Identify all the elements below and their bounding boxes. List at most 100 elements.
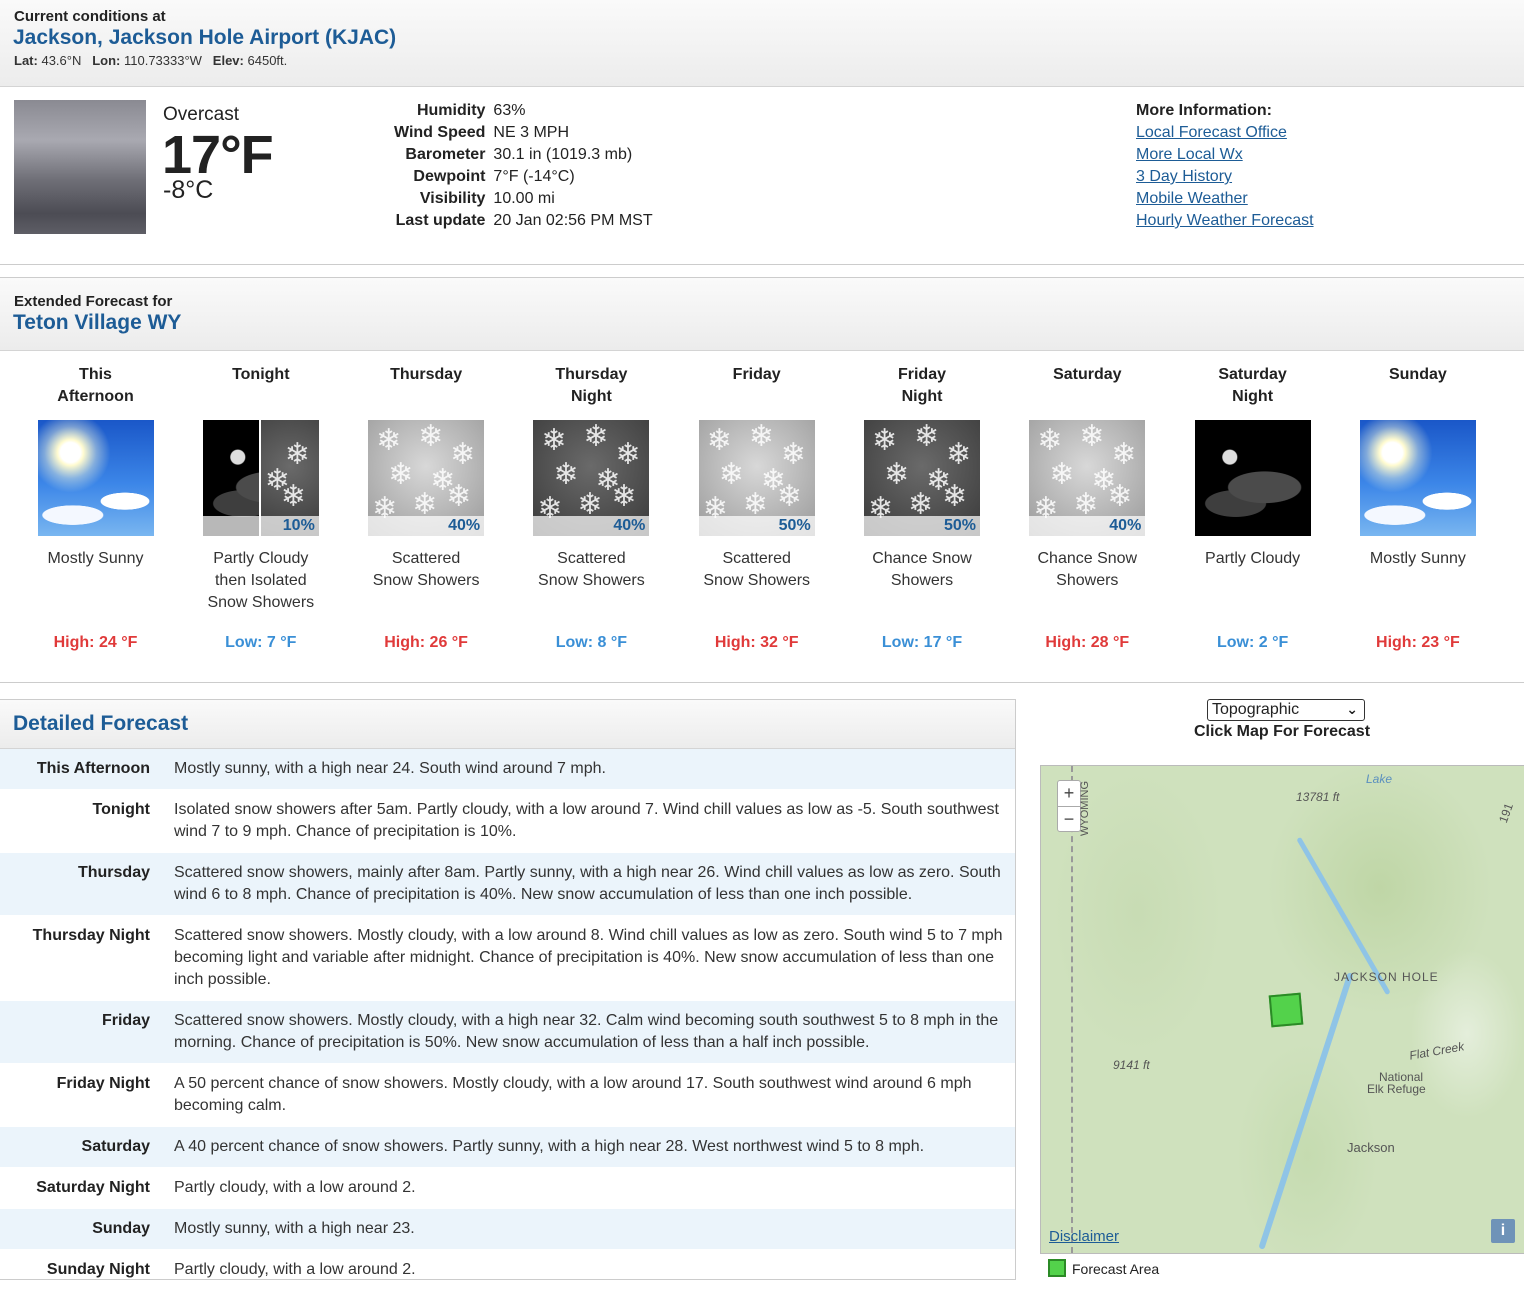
short-desc-line: Snow Showers <box>372 572 480 589</box>
detailed-period-text: Scattered snow showers. Mostly cloudy, w… <box>174 927 1003 988</box>
detailed-period-label: Friday <box>101 1012 150 1029</box>
detail-value: 10.00 mi <box>493 190 555 207</box>
map-label-peak-13781: 13781 ft <box>1296 790 1340 804</box>
map-type-value: Topographic <box>1212 701 1300 718</box>
night-partly-cloudy-snow-icon: ❄ ❄ ❄ 10% <box>202 420 319 536</box>
detail-label: Dewpoint <box>413 168 486 185</box>
detail-value: 20 Jan 02:56 PM MST <box>493 212 653 229</box>
period-name: Tonight <box>178 364 343 386</box>
snow-showers-icon: ❄ ❄ ❄ ❄ ❄ ❄ ❄ ❄ 40% <box>1029 420 1146 536</box>
detail-row: Humidity 63% <box>390 100 657 122</box>
state-border <box>1071 766 1075 1253</box>
chevron-down-icon: ⌄ <box>1346 701 1358 717</box>
extended-forecast-place: Teton Village WY <box>13 311 182 334</box>
night-snow-showers-icon: ❄ ❄ ❄ ❄ ❄ ❄ ❄ ❄ 50% <box>864 420 980 536</box>
short-desc: Scattered Snow Showers <box>674 548 839 592</box>
short-desc: Chance Snow Showers <box>840 548 1005 592</box>
detailed-forecast-row: Tonight Isolated snow showers after 5am.… <box>0 790 1015 853</box>
precip-chance: 50% <box>864 516 980 536</box>
link-hourly-weather-forecast[interactable]: Hourly Weather Forecast <box>1136 212 1314 234</box>
short-desc: Mostly Sunny <box>13 548 178 570</box>
short-desc: Scattered Snow Showers <box>344 548 509 592</box>
link-more-local-wx[interactable]: More Local Wx <box>1136 146 1314 168</box>
period-name-line: Night <box>901 388 943 405</box>
period-temp: High: 28 °F <box>1045 634 1130 651</box>
lon-label: Lon: <box>92 53 121 68</box>
period-temp: High: 24 °F <box>53 634 138 651</box>
link-3-day-history[interactable]: 3 Day History <box>1136 168 1314 190</box>
station-location: Lat: 43.6°N Lon: 110.73333°W Elev: 6450f… <box>14 53 287 68</box>
detailed-period-label: Saturday <box>81 1138 150 1155</box>
info-icon[interactable]: i <box>1491 1219 1515 1243</box>
forecast-map[interactable]: + − WYOMING Lake 13781 ft 191 JACKSON HO… <box>1040 765 1524 1254</box>
overcast-sky-image <box>14 100 146 234</box>
map-label-jackson: Jackson <box>1347 1140 1395 1155</box>
period-name-line: Sunday <box>1388 366 1447 383</box>
short-desc: Mostly Sunny <box>1335 548 1500 570</box>
period-temp: Low: 17 °F <box>881 634 963 651</box>
elev-value: 6450ft. <box>247 53 288 68</box>
detailed-forecast-header: Detailed Forecast <box>0 700 1015 749</box>
short-desc-line: Chance Snow <box>872 550 972 567</box>
detail-row: Visibility 10.00 mi <box>390 188 657 210</box>
short-desc-line: Chance Snow <box>1037 550 1138 567</box>
link-local-forecast-office[interactable]: Local Forecast Office <box>1136 124 1314 146</box>
detailed-period-text: Scattered snow showers, mainly after 8am… <box>174 864 1001 903</box>
short-desc-line: Snow Showers <box>207 594 315 611</box>
precip-chance: 10% <box>202 516 319 536</box>
period-name-line: Friday <box>732 366 781 383</box>
more-information-title: More Information: <box>1136 102 1272 119</box>
short-desc-line: Showers <box>1056 572 1119 589</box>
zoom-control: + − <box>1057 780 1081 832</box>
map-disclaimer-link[interactable]: Disclaimer <box>1049 1228 1119 1245</box>
link-mobile-weather[interactable]: Mobile Weather <box>1136 190 1314 212</box>
detailed-period-text: Isolated snow showers after 5am. Partly … <box>174 801 999 840</box>
detailed-period-label: Sunday <box>92 1220 150 1237</box>
period-name-line: This <box>79 366 112 383</box>
period-name: Saturday <box>1005 364 1170 386</box>
more-information: More Information: Local Forecast Office … <box>1136 102 1314 234</box>
period-temp: High: 32 °F <box>714 634 799 651</box>
period-name-line: Tonight <box>232 366 290 383</box>
detail-value: 30.1 in (1019.3 mb) <box>493 146 633 163</box>
station-name: Jackson, Jackson Hole Airport (KJAC) <box>13 26 397 49</box>
period-name: Friday <box>674 364 839 386</box>
period-temp: Low: 7 °F <box>225 634 297 651</box>
detail-label: Last update <box>395 212 486 229</box>
lon-value: 110.73333°W <box>123 53 202 68</box>
night-snow-showers-icon: ❄ ❄ ❄ ❄ ❄ ❄ ❄ ❄ 40% <box>533 420 650 536</box>
period-name-line: Friday <box>897 366 946 383</box>
forecast-area-marker[interactable] <box>1268 992 1304 1028</box>
click-map-label: Click Map For Forecast <box>1193 723 1371 740</box>
current-conditions-header: Current conditions at Jackson, Jackson H… <box>0 0 1524 87</box>
detailed-forecast-title: Detailed Forecast <box>13 712 189 735</box>
detailed-forecast-row: Saturday A 40 percent chance of snow sho… <box>0 1127 1015 1168</box>
precip-chance: 40% <box>1029 516 1146 536</box>
detailed-period-label: Friday Night <box>56 1075 150 1092</box>
detail-label: Humidity <box>416 102 486 119</box>
detail-value: 63% <box>493 102 526 119</box>
period-name: Thursday <box>344 364 509 386</box>
period-temp: Low: 2 °F <box>1216 634 1289 651</box>
extended-forecast-label: Extended Forecast for <box>14 293 173 310</box>
period-name: Saturday Night <box>1170 364 1335 408</box>
precip-chance: 40% <box>533 516 650 536</box>
detailed-forecast-rows: This Afternoon Mostly sunny, with a high… <box>0 749 1015 1291</box>
snow-showers-icon: ❄ ❄ ❄ ❄ ❄ ❄ ❄ ❄ 40% <box>368 420 485 536</box>
map-label-jackson-hole: JACKSON HOLE <box>1334 970 1439 984</box>
detailed-period-label: Thursday <box>77 864 150 881</box>
elev-label: Elev: <box>212 53 244 68</box>
detailed-period-text: Mostly sunny, with a high near 23. <box>174 1220 415 1237</box>
detailed-forecast-row: Friday Scattered snow showers. Mostly cl… <box>0 1001 1015 1064</box>
period-temp: Low: 8 °F <box>555 634 628 651</box>
snow-showers-icon: ❄ ❄ ❄ ❄ ❄ ❄ ❄ ❄ 50% <box>698 420 815 536</box>
detailed-forecast-row: This Afternoon Mostly sunny, with a high… <box>0 749 1015 790</box>
zoom-in-button[interactable]: + <box>1058 781 1080 807</box>
zoom-out-button[interactable]: − <box>1058 807 1080 832</box>
detail-row: Last update 20 Jan 02:56 PM MST <box>390 210 657 232</box>
detail-row: Barometer 30.1 in (1019.3 mb) <box>390 144 657 166</box>
map-type-select[interactable]: Topographic ⌄ <box>1207 699 1365 721</box>
lat-value: 43.6°N <box>41 53 82 68</box>
short-desc-line: Scattered <box>722 550 791 567</box>
detail-label: Visibility <box>419 190 486 207</box>
